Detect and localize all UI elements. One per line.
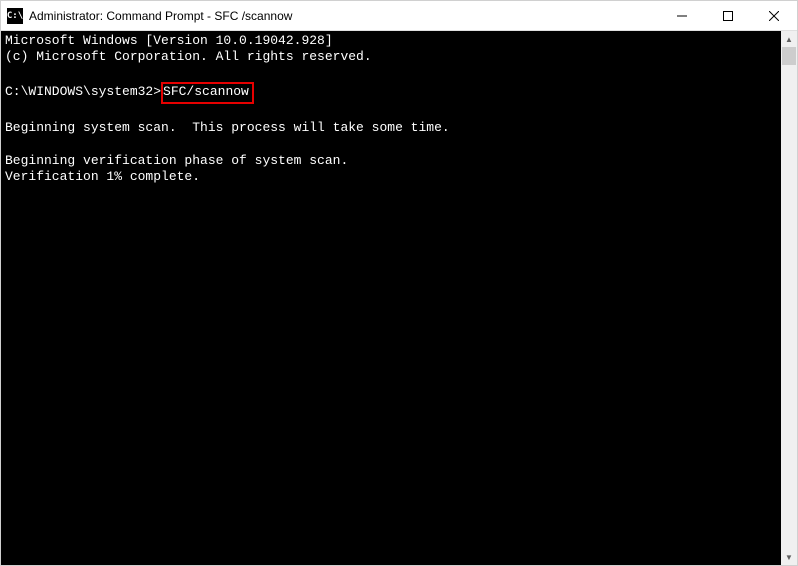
verification-phase-line: Beginning verification phase of system s… xyxy=(5,153,348,168)
terminal-output[interactable]: Microsoft Windows [Version 10.0.19042.92… xyxy=(1,31,781,565)
vertical-scrollbar[interactable]: ▲ ▼ xyxy=(781,31,797,565)
scroll-down-arrow-icon[interactable]: ▼ xyxy=(781,549,797,565)
minimize-button[interactable] xyxy=(659,1,705,30)
prompt-path: C:\WINDOWS\system32> xyxy=(5,84,161,99)
maximize-icon xyxy=(723,11,733,21)
titlebar[interactable]: C:\ Administrator: Command Prompt - SFC … xyxy=(1,1,797,31)
cmd-window: C:\ Administrator: Command Prompt - SFC … xyxy=(0,0,798,566)
version-line: Microsoft Windows [Version 10.0.19042.92… xyxy=(5,33,333,48)
copyright-line: (c) Microsoft Corporation. All rights re… xyxy=(5,49,372,64)
command-highlight: SFC/scannow xyxy=(161,82,254,104)
close-icon xyxy=(769,11,779,21)
terminal-area: Microsoft Windows [Version 10.0.19042.92… xyxy=(1,31,797,565)
prompt-line: C:\WINDOWS\system32>SFC/scannow xyxy=(5,84,254,99)
maximize-button[interactable] xyxy=(705,1,751,30)
scrollbar-thumb[interactable] xyxy=(782,47,796,65)
scan-begin-line: Beginning system scan. This process will… xyxy=(5,120,450,135)
minimize-icon xyxy=(677,11,687,21)
verification-progress-line: Verification 1% complete. xyxy=(5,169,200,184)
window-title: Administrator: Command Prompt - SFC /sca… xyxy=(29,9,659,23)
cmd-icon: C:\ xyxy=(7,8,23,24)
scroll-up-arrow-icon[interactable]: ▲ xyxy=(781,31,797,47)
window-controls xyxy=(659,1,797,30)
close-button[interactable] xyxy=(751,1,797,30)
